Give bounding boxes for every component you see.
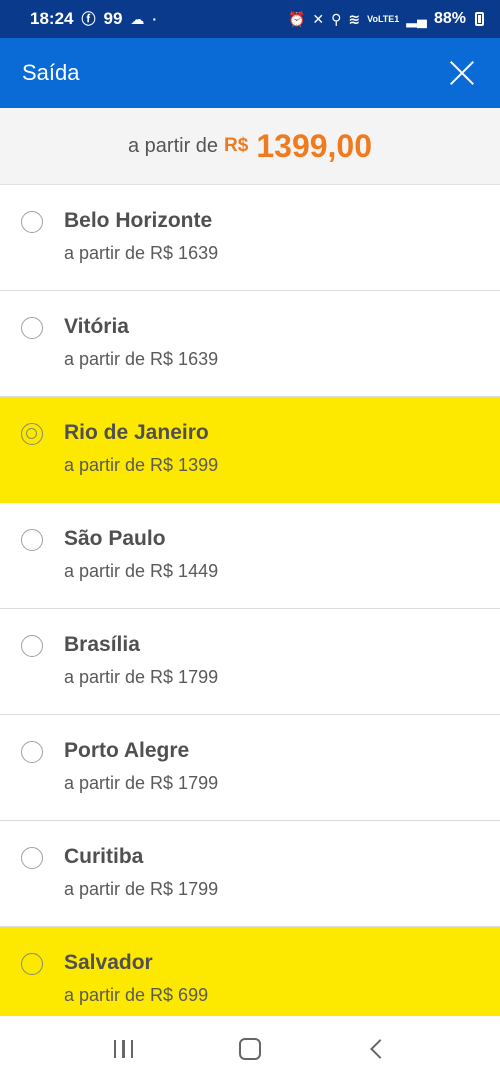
radio-button[interactable]: [21, 847, 43, 869]
radio-button[interactable]: [21, 529, 43, 551]
city-option-porto-alegre[interactable]: Porto Alegre a partir de R$ 1799: [0, 715, 500, 821]
city-option-sao-paulo[interactable]: São Paulo a partir de R$ 1449: [0, 503, 500, 609]
battery-icon: [475, 12, 484, 26]
home-icon: [238, 1038, 261, 1060]
radio-button[interactable]: [21, 423, 43, 445]
city-price: a partir de R$ 1799: [64, 667, 219, 687]
radio-button[interactable]: [21, 317, 43, 339]
system-nav-bar: [0, 1016, 500, 1082]
price-currency: R$: [224, 135, 249, 156]
price-summary: a partir de R$ 1399,00: [0, 108, 500, 185]
status-right: ⏰ ✕ ⚲ ≋ VoLTE1 ▂▄ 88%: [288, 10, 484, 28]
radio-button[interactable]: [21, 741, 43, 763]
page-title: Saída: [22, 60, 80, 85]
alarm-icon: ⏰: [287, 11, 306, 27]
radio-button[interactable]: [21, 953, 43, 975]
price-value: 1399,00: [256, 127, 373, 164]
city-price: a partir de R$ 1639: [64, 349, 219, 369]
city-name: Brasília: [64, 633, 140, 656]
city-name: Porto Alegre: [64, 739, 190, 762]
volte-label: VoLTE1: [367, 13, 400, 24]
price-prefix: a partir de: [127, 134, 219, 157]
city-option-belo-horizonte[interactable]: Belo Horizonte a partir de R$ 1639: [0, 185, 500, 291]
back-button[interactable]: [357, 1029, 397, 1069]
city-price: a partir de R$ 1799: [64, 773, 219, 793]
close-icon[interactable]: [446, 57, 478, 89]
city-option-curitiba[interactable]: Curitiba a partir de R$ 1799: [0, 821, 500, 927]
city-name: Vitória: [64, 315, 129, 338]
city-name: Curitiba: [64, 845, 144, 868]
radio-button[interactable]: [21, 635, 43, 657]
city-price: a partir de R$ 1449: [64, 561, 219, 581]
city-name: Belo Horizonte: [64, 209, 213, 232]
radio-dot: [26, 428, 37, 439]
city-price: a partir de R$ 1799: [64, 879, 219, 899]
signal-icon: ▂▄: [406, 11, 427, 27]
weather-icon: ☁: [130, 11, 145, 27]
city-option-brasilia[interactable]: Brasília a partir de R$ 1799: [0, 609, 500, 715]
dot-icon: ·: [152, 11, 158, 27]
back-icon: [369, 1039, 390, 1059]
city-name: São Paulo: [64, 527, 166, 550]
app-header: Saída: [0, 38, 500, 108]
location-icon: ⚲: [331, 11, 342, 27]
status-bar: 18:24 ⓕ 99 ☁ · ⏰ ✕ ⚲ ≋ VoLTE1 ▂▄ 88%: [0, 0, 500, 38]
radio-button[interactable]: [21, 211, 43, 233]
status-left: 18:24 ⓕ 99 ☁ ·: [30, 9, 157, 29]
wifi-icon: ≋: [348, 11, 361, 27]
city-list: Belo Horizonte a partir de R$ 1639 Vitór…: [0, 185, 500, 1033]
status-time: 18:24: [30, 9, 74, 28]
home-button[interactable]: [230, 1029, 270, 1069]
city-option-rio-de-janeiro[interactable]: Rio de Janeiro a partir de R$ 1399: [0, 397, 500, 503]
battery-percent: 88%: [433, 10, 466, 27]
city-price: a partir de R$ 1639: [64, 243, 219, 263]
recents-icon: [113, 1040, 134, 1058]
mute-icon: ✕: [312, 11, 325, 27]
city-price: a partir de R$ 1399: [64, 455, 219, 475]
notification-count: 99: [103, 9, 123, 28]
recents-button[interactable]: [103, 1029, 143, 1069]
city-option-vitoria[interactable]: Vitória a partir de R$ 1639: [0, 291, 500, 397]
city-name: Salvador: [64, 951, 153, 974]
facebook-icon: ⓕ: [81, 11, 96, 27]
city-price: a partir de R$ 699: [64, 985, 209, 1005]
city-name: Rio de Janeiro: [64, 421, 209, 444]
